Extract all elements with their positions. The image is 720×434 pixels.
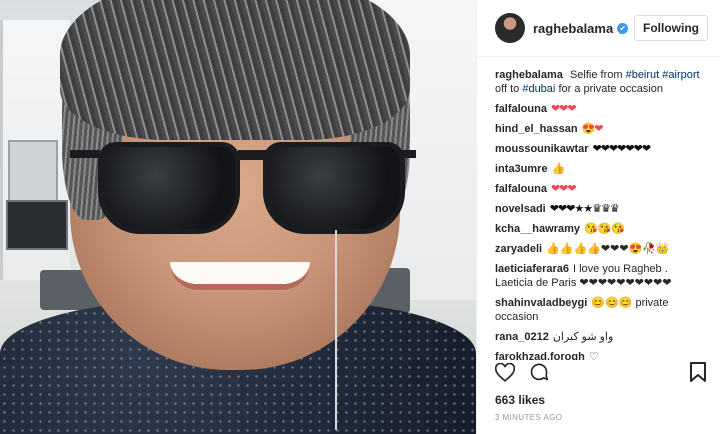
comment-text: ❤❤❤❤❤❤❤ — [592, 143, 652, 155]
comment-bubble-icon[interactable] — [529, 362, 549, 382]
hair — [60, 0, 410, 140]
comment-row: falfalouna ❤❤❤ — [495, 102, 708, 116]
smile — [170, 262, 310, 290]
comment-username[interactable]: inta3umre — [495, 163, 548, 175]
comment-row: rana_0212 واو شو كبران — [495, 330, 708, 344]
comment-username[interactable]: zaryadeli — [495, 243, 542, 255]
comment-username[interactable]: shahinvaladbeygi — [495, 297, 587, 309]
comment-text: 👍 — [551, 163, 566, 175]
comment-username[interactable]: falfalouna — [495, 183, 547, 195]
comment-text: ❤❤❤ — [550, 183, 577, 195]
hashtag-link[interactable]: #dubai — [522, 83, 555, 95]
comment-row: novelsadi ❤❤❤★★♛♛♛ — [495, 202, 708, 216]
comment-text: ❤❤❤★★♛♛♛ — [549, 203, 620, 215]
comment-row: farokhzad.forogh ♡ — [495, 350, 708, 360]
post-sidebar: raghebalama ✔ Following raghebalama Self… — [476, 0, 720, 434]
following-button[interactable]: Following — [634, 15, 708, 41]
bookmark-icon[interactable] — [690, 362, 706, 382]
comment-row: shahinvaladbeygi 😊😊😊 private occasion — [495, 296, 708, 324]
comment-row: inta3umre 👍 — [495, 162, 708, 176]
comment-text: ♡ — [588, 351, 599, 360]
caption-text: off to — [495, 83, 520, 95]
caption: raghebalama Selfie from #beirut #airport… — [495, 68, 708, 96]
post-timestamp: 3 MINUTES AGO — [495, 413, 563, 422]
comment-username[interactable]: novelsadi — [495, 203, 546, 215]
like-count[interactable]: 663 likes — [495, 393, 545, 407]
comment-username[interactable]: kcha__hawramy — [495, 223, 580, 235]
comment-username[interactable]: hind_el_hassan — [495, 123, 578, 135]
avatar[interactable] — [495, 13, 525, 43]
hashtag-link[interactable]: #beirut — [626, 69, 660, 81]
comment-text: 👍👍👍👍❤❤❤😍🥀👑 — [546, 243, 670, 255]
glasses-arm — [70, 150, 100, 158]
post-header: raghebalama ✔ Following — [477, 0, 720, 57]
caption-text: for a private occasion — [558, 83, 663, 95]
comment-row: kcha__hawramy 😘😘😘 — [495, 222, 708, 236]
wall-screen — [6, 200, 68, 250]
hashtag-link[interactable]: #airport — [662, 69, 699, 81]
comment-text: 😍❤ — [581, 123, 604, 135]
comment-username[interactable]: farokhzad.forogh — [495, 351, 585, 360]
comment-row: laeticiaferara6 I love you Ragheb . Laeti… — [495, 262, 708, 290]
comment-text: ❤❤❤ — [550, 103, 577, 115]
comment-row: zaryadeli 👍👍👍👍❤❤❤😍🥀👑 — [495, 242, 708, 256]
comment-text: واو شو كبران — [552, 331, 614, 343]
header-username[interactable]: raghebalama — [533, 21, 613, 36]
comment-username[interactable]: falfalouna — [495, 103, 547, 115]
earphone-cable — [335, 230, 337, 430]
glasses-bridge — [238, 150, 268, 160]
comment-list: raghebalama Selfie from #beirut #airport… — [477, 57, 720, 360]
post-photo[interactable] — [0, 0, 476, 434]
verified-badge-icon: ✔ — [617, 22, 629, 34]
sunglasses-lens-left — [98, 142, 240, 234]
comment-username[interactable]: laeticiaferara6 — [495, 263, 569, 275]
comment-row: hind_el_hassan 😍❤ — [495, 122, 708, 136]
sunglasses-lens-right — [263, 142, 405, 234]
comment-username[interactable]: moussounikawtar — [495, 143, 589, 155]
comment-row: falfalouna ❤❤❤ — [495, 182, 708, 196]
caption-username[interactable]: raghebalama — [495, 69, 563, 81]
post-actions — [495, 362, 549, 382]
comment-text: 😘😘😘 — [584, 223, 626, 235]
caption-text: Selfie from — [569, 69, 623, 81]
comment-row: moussounikawtar ❤❤❤❤❤❤❤ — [495, 142, 708, 156]
heart-outline-icon[interactable] — [495, 362, 515, 382]
comment-username[interactable]: rana_0212 — [495, 331, 549, 343]
